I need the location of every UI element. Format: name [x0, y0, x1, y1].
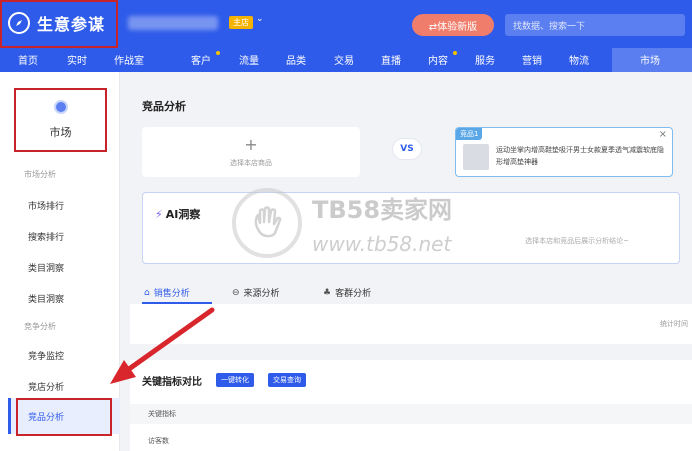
sidebar-active-bar	[8, 398, 11, 434]
nav-item-realtime[interactable]: 实时	[67, 52, 87, 67]
vs-badge: VS	[392, 138, 422, 160]
nav-item-content[interactable]: 内容	[428, 52, 448, 67]
store-badge: 主店	[229, 16, 253, 29]
hand-icon	[254, 206, 282, 238]
tab-sales-analysis[interactable]: ⌂ 销售分析	[144, 286, 190, 300]
try-new-version-button[interactable]: ⇄体验新版	[412, 14, 494, 36]
nav-item-warroom[interactable]: 作战室	[114, 52, 144, 67]
nav-item-service[interactable]: 服务	[475, 52, 495, 67]
search-input[interactable]: 找数据、搜索一下	[505, 14, 685, 36]
tab-content-area: 统计时间	[130, 304, 692, 344]
watermark-url: www.tb58.net	[312, 232, 452, 256]
nav-item-marketing[interactable]: 营销	[522, 52, 542, 67]
close-icon[interactable]: ×	[659, 129, 667, 140]
kpi-row-visitors: 访客数	[148, 437, 169, 445]
main-nav: 首页 实时 作战室 客户 流量 品类 交易 直播 内容 服务 营销 物流 市场	[0, 48, 692, 72]
nav-item-home[interactable]: 首页	[18, 52, 38, 67]
kpi-table-header: 关键指标	[130, 404, 692, 424]
nav-item-customer[interactable]: 客户	[191, 52, 211, 67]
competitor-tag: 竞品1	[456, 128, 483, 140]
nav-item-category[interactable]: 品类	[286, 52, 306, 67]
sidebar-item-market-rank[interactable]: 市场排行	[28, 199, 64, 212]
kpi-column-header: 关键指标	[148, 410, 176, 418]
watermark-logo	[232, 188, 302, 258]
competitor-thumbnail	[463, 144, 489, 170]
ai-insight-title: ⚡ AI洞察	[155, 206, 200, 222]
sidebar-item-competition-monitor[interactable]: 竞争监控	[28, 349, 64, 362]
sidebar-item-category-insight-2[interactable]: 类目洞察	[28, 292, 64, 305]
one-click-convert-button[interactable]: 一键转化	[216, 373, 254, 387]
market-highlight-box	[14, 88, 107, 152]
stat-time-label: 统计时间	[660, 320, 688, 328]
sidebar-group-market-analysis: 市场分析	[24, 170, 56, 179]
kpi-compare-panel: 关键指标对比 一键转化 交易查询 关键指标 访客数	[130, 360, 692, 451]
lightning-icon: ⚡	[155, 208, 163, 221]
page-title: 竞品分析	[142, 100, 186, 113]
nav-dot-content	[453, 51, 457, 55]
people-icon: ♣	[323, 287, 332, 298]
plus-icon: +	[244, 135, 258, 154]
competitor-product-card[interactable]: 竞品1 × 运动坐掌内增高鞋垫吸汗男士女款夏季透气减震软底隐形增高垫神器	[455, 127, 673, 177]
sidebar-group-competition: 竞争分析	[24, 322, 56, 331]
store-name-blurred	[128, 16, 218, 30]
ai-insight-label: AI洞察	[165, 208, 201, 221]
tab-source-analysis[interactable]: ⊖ 来源分析	[232, 286, 280, 300]
nav-item-live[interactable]: 直播	[381, 52, 401, 67]
logo-highlight-box	[0, 0, 118, 48]
nav-item-trade[interactable]: 交易	[334, 52, 354, 67]
trade-query-button[interactable]: 交易查询	[268, 373, 306, 387]
tab-sales-label: 销售分析	[153, 289, 190, 299]
active-item-highlight-box	[16, 398, 112, 436]
sidebar-item-search-rank[interactable]: 搜索排行	[28, 230, 64, 243]
tab-source-label: 来源分析	[243, 289, 280, 299]
sidebar-item-competitor-shop[interactable]: 竞店分析	[28, 380, 64, 393]
add-own-product-label: 选择本店商品	[230, 159, 272, 167]
add-own-product-card[interactable]: + 选择本店商品	[142, 127, 360, 177]
nav-dot-customer	[216, 51, 220, 55]
chart-icon: ⌂	[144, 287, 150, 298]
competitor-title: 运动坐掌内增高鞋垫吸汗男士女款夏季透气减震软底隐形增高垫神器	[496, 146, 664, 166]
kpi-title: 关键指标对比	[142, 377, 202, 388]
sidebar-item-category-insight[interactable]: 类目洞察	[28, 261, 64, 274]
source-icon: ⊖	[232, 287, 240, 298]
tab-customer-label: 客群分析	[335, 289, 372, 299]
ai-insight-hint: 选择本店和竞品后展示分析结论~	[525, 237, 629, 245]
chevron-down-icon[interactable]: ⌄	[256, 14, 264, 24]
nav-item-logistics[interactable]: 物流	[569, 52, 589, 67]
tab-customer-analysis[interactable]: ♣ 客群分析	[323, 286, 372, 300]
watermark-title: TB58卖家网	[312, 196, 453, 224]
nav-item-market[interactable]: 市场	[640, 52, 660, 67]
nav-item-traffic[interactable]: 流量	[239, 52, 259, 67]
